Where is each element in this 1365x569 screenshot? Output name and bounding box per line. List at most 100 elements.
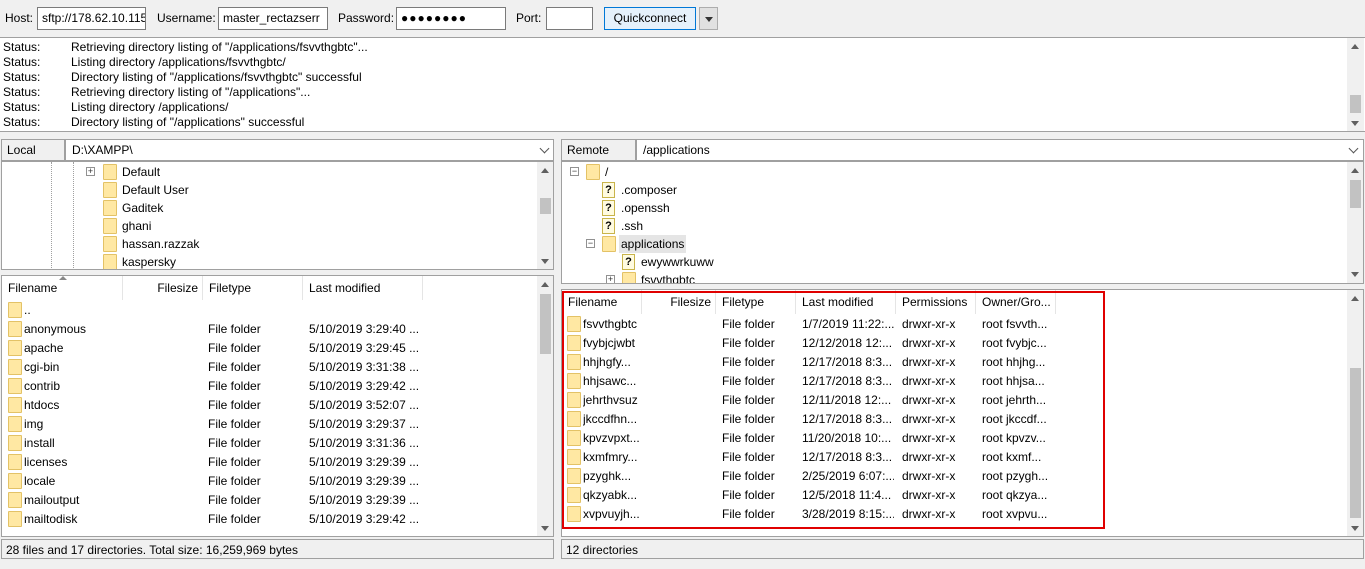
scroll-down-icon[interactable] xyxy=(541,526,549,531)
table-row[interactable]: mailoutput File folder 5/10/2019 3:29:39 .… xyxy=(2,491,536,510)
username-input[interactable]: master_rectazserr xyxy=(218,7,328,30)
folder-icon xyxy=(8,511,22,527)
folder-icon xyxy=(8,359,22,375)
port-input[interactable] xyxy=(546,7,593,30)
scroll-thumb[interactable] xyxy=(1350,180,1361,208)
local-site-bar: Local site: D:\XAMPP\ xyxy=(1,139,554,177)
column-header-filetype[interactable]: Filetype xyxy=(716,290,796,314)
scroll-up-icon[interactable] xyxy=(1351,296,1359,301)
tree-item[interactable]: − applications xyxy=(562,235,1342,253)
table-row[interactable]: cgi-bin File folder 5/10/2019 3:31:38 ... xyxy=(2,358,536,377)
tree-item[interactable]: ? .ssh xyxy=(562,217,1342,235)
scroll-up-icon[interactable] xyxy=(541,282,549,287)
remote-list-scrollbar[interactable] xyxy=(1347,290,1363,536)
quickconnect-button[interactable]: Quickconnect xyxy=(604,7,696,30)
table-row[interactable]: xvpvuyjh... File folder 3/28/2019 8:15:...… xyxy=(562,505,1346,524)
scroll-down-icon[interactable] xyxy=(1351,526,1359,531)
tree-item-label: kaspersky xyxy=(122,255,177,269)
password-input[interactable]: ●●●●●●●● xyxy=(396,7,506,30)
column-header-last-modified[interactable]: Last modified xyxy=(796,290,896,314)
tree-item[interactable]: hassan.razzak xyxy=(2,235,532,253)
cell-name: install xyxy=(24,436,55,450)
tree-item[interactable]: + fsvvthgbtc xyxy=(562,271,1342,283)
cell-name: img xyxy=(24,417,44,431)
host-input[interactable]: sftp://178.62.10.115 xyxy=(37,7,146,30)
local-tree-scrollbar[interactable] xyxy=(537,162,553,269)
scroll-down-icon[interactable] xyxy=(1351,272,1359,277)
column-header-last-modified[interactable]: Last modified xyxy=(303,276,423,300)
column-header-permissions[interactable]: Permissions xyxy=(896,290,976,314)
collapse-icon[interactable]: − xyxy=(570,167,579,176)
cell-perms: drwxr-xr-x xyxy=(902,488,956,502)
table-row[interactable]: qkzyabk... File folder 12/5/2018 11:4... dr… xyxy=(562,486,1346,505)
column-header-filetype[interactable]: Filetype xyxy=(203,276,303,300)
port-label: Port: xyxy=(516,11,542,25)
tree-item[interactable]: + Default xyxy=(2,163,532,181)
collapse-icon[interactable]: − xyxy=(586,239,595,248)
cell-name: kxmfmry... xyxy=(583,450,638,464)
scroll-thumb[interactable] xyxy=(540,294,551,354)
folder-icon xyxy=(103,218,117,234)
tree-item[interactable]: ? .composer xyxy=(562,181,1342,199)
tree-item[interactable]: kaspersky xyxy=(2,253,532,269)
cell-name: cgi-bin xyxy=(24,360,60,374)
scroll-down-icon[interactable] xyxy=(1351,121,1359,126)
table-row[interactable]: contrib File folder 5/10/2019 3:29:42 ... xyxy=(2,377,536,396)
local-path-input[interactable]: D:\XAMPP\ xyxy=(65,139,554,161)
table-row[interactable]: locale File folder 5/10/2019 3:29:39 ... xyxy=(2,472,536,491)
table-row[interactable]: mailtodisk File folder 5/10/2019 3:29:42 .… xyxy=(2,510,536,529)
table-row[interactable]: htdocs File folder 5/10/2019 3:52:07 ... xyxy=(2,396,536,415)
table-row[interactable]: hhjhgfy... File folder 12/17/2018 8:3... dr… xyxy=(562,353,1346,372)
scroll-up-icon[interactable] xyxy=(541,168,549,173)
log-entry-label: Status: xyxy=(3,85,41,99)
table-row[interactable]: pzyghk... File folder 2/25/2019 6:07:... dr… xyxy=(562,467,1346,486)
table-row[interactable]: kxmfmry... File folder 12/17/2018 8:3... dr… xyxy=(562,448,1346,467)
table-row[interactable]: apache File folder 5/10/2019 3:29:45 ... xyxy=(2,339,536,358)
remote-tree-scrollbar[interactable] xyxy=(1347,162,1363,283)
cell-modified: 5/10/2019 3:29:37 ... xyxy=(309,417,420,431)
table-row[interactable]: kpvzvpxt... File folder 11/20/2018 10:... d… xyxy=(562,429,1346,448)
log-scrollbar[interactable] xyxy=(1347,38,1364,131)
quickconnect-dropdown-button[interactable] xyxy=(699,7,718,30)
local-list-header: Filename Filesize Filetype Last modified xyxy=(2,276,536,300)
tree-item[interactable]: Gaditek xyxy=(2,199,532,217)
table-row[interactable]: fsvvthgbtc File folder 1/7/2019 11:22:... d… xyxy=(562,315,1346,334)
tree-item[interactable]: ? ewywwrkuww xyxy=(562,253,1342,271)
local-list-scrollbar[interactable] xyxy=(537,276,553,536)
local-directory-tree: + Default Default User Gaditek ghani hassan.r… xyxy=(1,161,554,270)
table-row[interactable]: anonymous File folder 5/10/2019 3:29:40 ..… xyxy=(2,320,536,339)
table-row[interactable]: install File folder 5/10/2019 3:31:36 ... xyxy=(2,434,536,453)
tree-item[interactable]: Default User xyxy=(2,181,532,199)
scroll-up-icon[interactable] xyxy=(1351,168,1359,173)
cell-type: File folder xyxy=(208,474,261,488)
cell-perms: drwxr-xr-x xyxy=(902,431,956,445)
tree-item[interactable]: ? .openssh xyxy=(562,199,1342,217)
column-header-filesize[interactable]: Filesize xyxy=(642,290,716,314)
cell-name: jehrthvsuz xyxy=(583,393,638,407)
scroll-thumb[interactable] xyxy=(1350,95,1361,113)
scroll-thumb[interactable] xyxy=(1350,368,1361,518)
table-row[interactable]: img File folder 5/10/2019 3:29:37 ... xyxy=(2,415,536,434)
remote-path-input[interactable]: /applications xyxy=(636,139,1364,161)
log-entry: Status: Listing directory /applications/ xyxy=(3,100,1343,115)
expand-icon[interactable]: + xyxy=(86,167,95,176)
table-row[interactable]: licenses File folder 5/10/2019 3:29:39 ... xyxy=(2,453,536,472)
local-site-label: Local site: xyxy=(1,139,65,177)
table-row[interactable]: fvybjcjwbt File folder 12/12/2018 12:... dr… xyxy=(562,334,1346,353)
tree-item[interactable]: ghani xyxy=(2,217,532,235)
table-row[interactable]: hhjsawc... File folder 12/17/2018 8:3... dr… xyxy=(562,372,1346,391)
column-header-owner-group[interactable]: Owner/Gro... xyxy=(976,290,1056,314)
folder-icon xyxy=(567,335,581,351)
expand-icon[interactable]: + xyxy=(606,275,615,283)
table-row[interactable]: jehrthvsuz File folder 12/11/2018 12:... dr… xyxy=(562,391,1346,410)
remote-status: 12 directories xyxy=(561,539,1364,559)
scroll-thumb[interactable] xyxy=(540,198,551,214)
scroll-down-icon[interactable] xyxy=(541,259,549,264)
table-row[interactable]: .. xyxy=(2,301,536,320)
scroll-up-icon[interactable] xyxy=(1351,44,1359,49)
tree-item[interactable]: − / xyxy=(562,163,1342,181)
table-row[interactable]: jkccdfhn... File folder 12/17/2018 8:3... d… xyxy=(562,410,1346,429)
column-header-filename[interactable]: Filename xyxy=(562,290,642,314)
cell-type: File folder xyxy=(208,341,261,355)
column-header-filesize[interactable]: Filesize xyxy=(123,276,203,300)
